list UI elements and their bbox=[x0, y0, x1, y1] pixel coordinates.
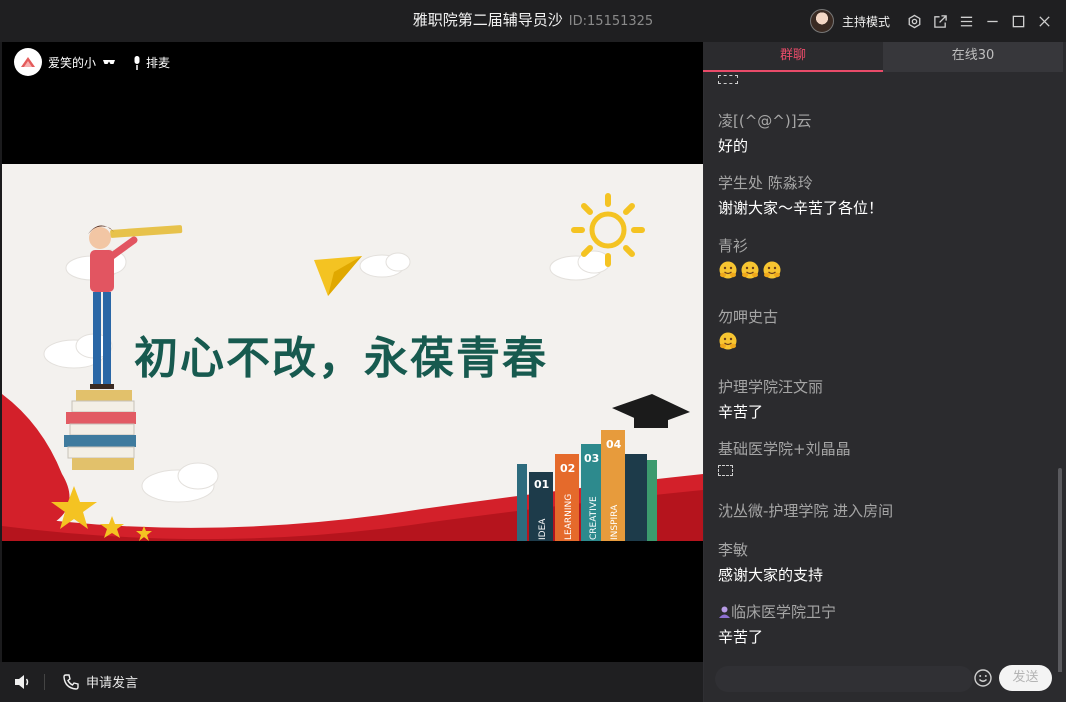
message-item: 基础医学院+刘晶晶 bbox=[718, 438, 851, 480]
emoji-placeholder bbox=[718, 75, 738, 84]
message-text: 辛苦了 bbox=[718, 628, 764, 646]
book-word-2: LEARNING bbox=[564, 494, 574, 540]
hug-emoji-icon bbox=[741, 261, 759, 279]
paper-plane-illustration bbox=[314, 256, 362, 296]
queue-label: 排麦 bbox=[146, 56, 171, 70]
window-title: 雅职院第二届辅导员沙 bbox=[412, 11, 563, 29]
emoji-placeholder bbox=[718, 465, 733, 476]
minimize-icon[interactable] bbox=[980, 9, 1004, 33]
message-sender: 基础医学院+刘晶晶 bbox=[718, 440, 851, 458]
message-sender: 勿呷史古 bbox=[718, 308, 779, 326]
hug-emoji-icon bbox=[763, 261, 781, 279]
book-word-3: CREATIVE bbox=[589, 496, 599, 540]
book-number-2: 02 bbox=[560, 462, 575, 475]
room-id: ID:15151325 bbox=[568, 14, 654, 29]
message-sender: 凌[(^@^)]云 bbox=[718, 112, 812, 130]
message-text: 辛苦了 bbox=[718, 403, 764, 421]
message-item: 勿呷史古 bbox=[718, 306, 778, 351]
sunglasses-icon bbox=[103, 60, 116, 64]
emoji-row bbox=[718, 260, 782, 280]
message-sender: 李敏 bbox=[718, 541, 749, 559]
tab-online[interactable]: 在线30 bbox=[883, 42, 1063, 72]
host-avatar[interactable] bbox=[809, 9, 834, 33]
book-number-3: 03 bbox=[584, 452, 599, 465]
book-number-1: 01 bbox=[534, 478, 549, 491]
slide-title: 初心不改，永葆青春 bbox=[134, 333, 548, 384]
message-item: 李敏 感谢大家的支持 bbox=[718, 539, 823, 585]
message-text: 感谢大家的支持 bbox=[718, 566, 824, 584]
sun-illustration bbox=[571, 193, 645, 267]
chat-input-row: 发送 bbox=[703, 660, 1066, 702]
user-badge-icon bbox=[719, 606, 730, 618]
chat-scrollbar[interactable] bbox=[1058, 468, 1062, 672]
presenter-avatar bbox=[14, 48, 42, 76]
message-item: 青衫 bbox=[718, 235, 782, 280]
emoji-row bbox=[718, 331, 778, 351]
hug-emoji-icon bbox=[719, 332, 737, 350]
message-item: 学生处 陈淼玲 谢谢大家～辛苦了各位！ bbox=[718, 172, 883, 218]
send-button[interactable]: 发送 bbox=[999, 665, 1052, 691]
message-sender: 护理学院汪文丽 bbox=[718, 378, 824, 396]
system-message: 沈丛微-护理学院 进入房间 bbox=[718, 500, 893, 521]
video-area: 爱笑的小 排麦 01 02 03 04 IDEA LEARNING CREATI… bbox=[2, 42, 703, 662]
message-sender: 学生处 陈淼玲 bbox=[718, 174, 813, 192]
message-list[interactable]: 凌[(^@^)]云 好的 学生处 陈淼玲 谢谢大家～辛苦了各位！ 青衫 勿呷史古… bbox=[703, 72, 1063, 672]
phone-icon bbox=[63, 673, 79, 690]
book-word-4: INSPIRA bbox=[610, 504, 620, 540]
request-speak-label: 申请发言 bbox=[86, 676, 139, 691]
message-text: 谢谢大家～辛苦了各位！ bbox=[718, 199, 884, 217]
emoji-picker-icon[interactable] bbox=[973, 668, 993, 688]
volume-icon[interactable] bbox=[12, 672, 32, 696]
book-stack-illustration bbox=[64, 390, 136, 470]
microphone-icon bbox=[134, 55, 140, 70]
message-sender: 临床医学院卫宁 bbox=[731, 603, 837, 621]
title-bar: 雅职院第二届辅导员沙 ID:15151325 主持模式 bbox=[0, 0, 1066, 42]
hug-emoji-icon bbox=[719, 261, 737, 279]
presenter-name: 爱笑的小 bbox=[48, 55, 97, 70]
close-icon[interactable] bbox=[1032, 9, 1056, 33]
tab-group-chat[interactable]: 群聊 bbox=[703, 42, 883, 72]
host-mode-label[interactable]: 主持模式 bbox=[842, 13, 890, 30]
system-message-text: 沈丛微-护理学院 进入房间 bbox=[718, 502, 894, 520]
popout-icon[interactable] bbox=[928, 9, 952, 33]
settings-icon[interactable] bbox=[902, 9, 926, 33]
book-number-4: 04 bbox=[606, 438, 622, 451]
message-sender: 青衫 bbox=[718, 237, 749, 255]
message-text: 好的 bbox=[718, 137, 749, 155]
book-word-1: IDEA bbox=[538, 518, 548, 540]
request-speak-button[interactable]: 申请发言 bbox=[62, 672, 138, 691]
bottom-bar: 申请发言 bbox=[0, 662, 703, 702]
presentation-slide: 01 02 03 04 IDEA LEARNING CREATIVE INSPI… bbox=[2, 164, 703, 541]
queue-button[interactable]: 排麦 bbox=[132, 54, 170, 71]
message-item: 护理学院汪文丽 辛苦了 bbox=[718, 376, 823, 422]
menu-icon[interactable] bbox=[954, 9, 978, 33]
message-item: 凌[(^@^)]云 好的 bbox=[718, 110, 812, 156]
message-item: 临床医学院卫宁 辛苦了 bbox=[718, 601, 836, 647]
chat-tabs: 群聊 在线30 bbox=[703, 42, 1063, 72]
chat-panel: 群聊 在线30 凌[(^@^)]云 好的 学生处 陈淼玲 谢谢大家～辛苦了各位！… bbox=[703, 42, 1066, 702]
chat-input[interactable] bbox=[715, 666, 973, 692]
maximize-icon[interactable] bbox=[1006, 9, 1030, 33]
presenter-info[interactable]: 爱笑的小 bbox=[14, 48, 116, 76]
